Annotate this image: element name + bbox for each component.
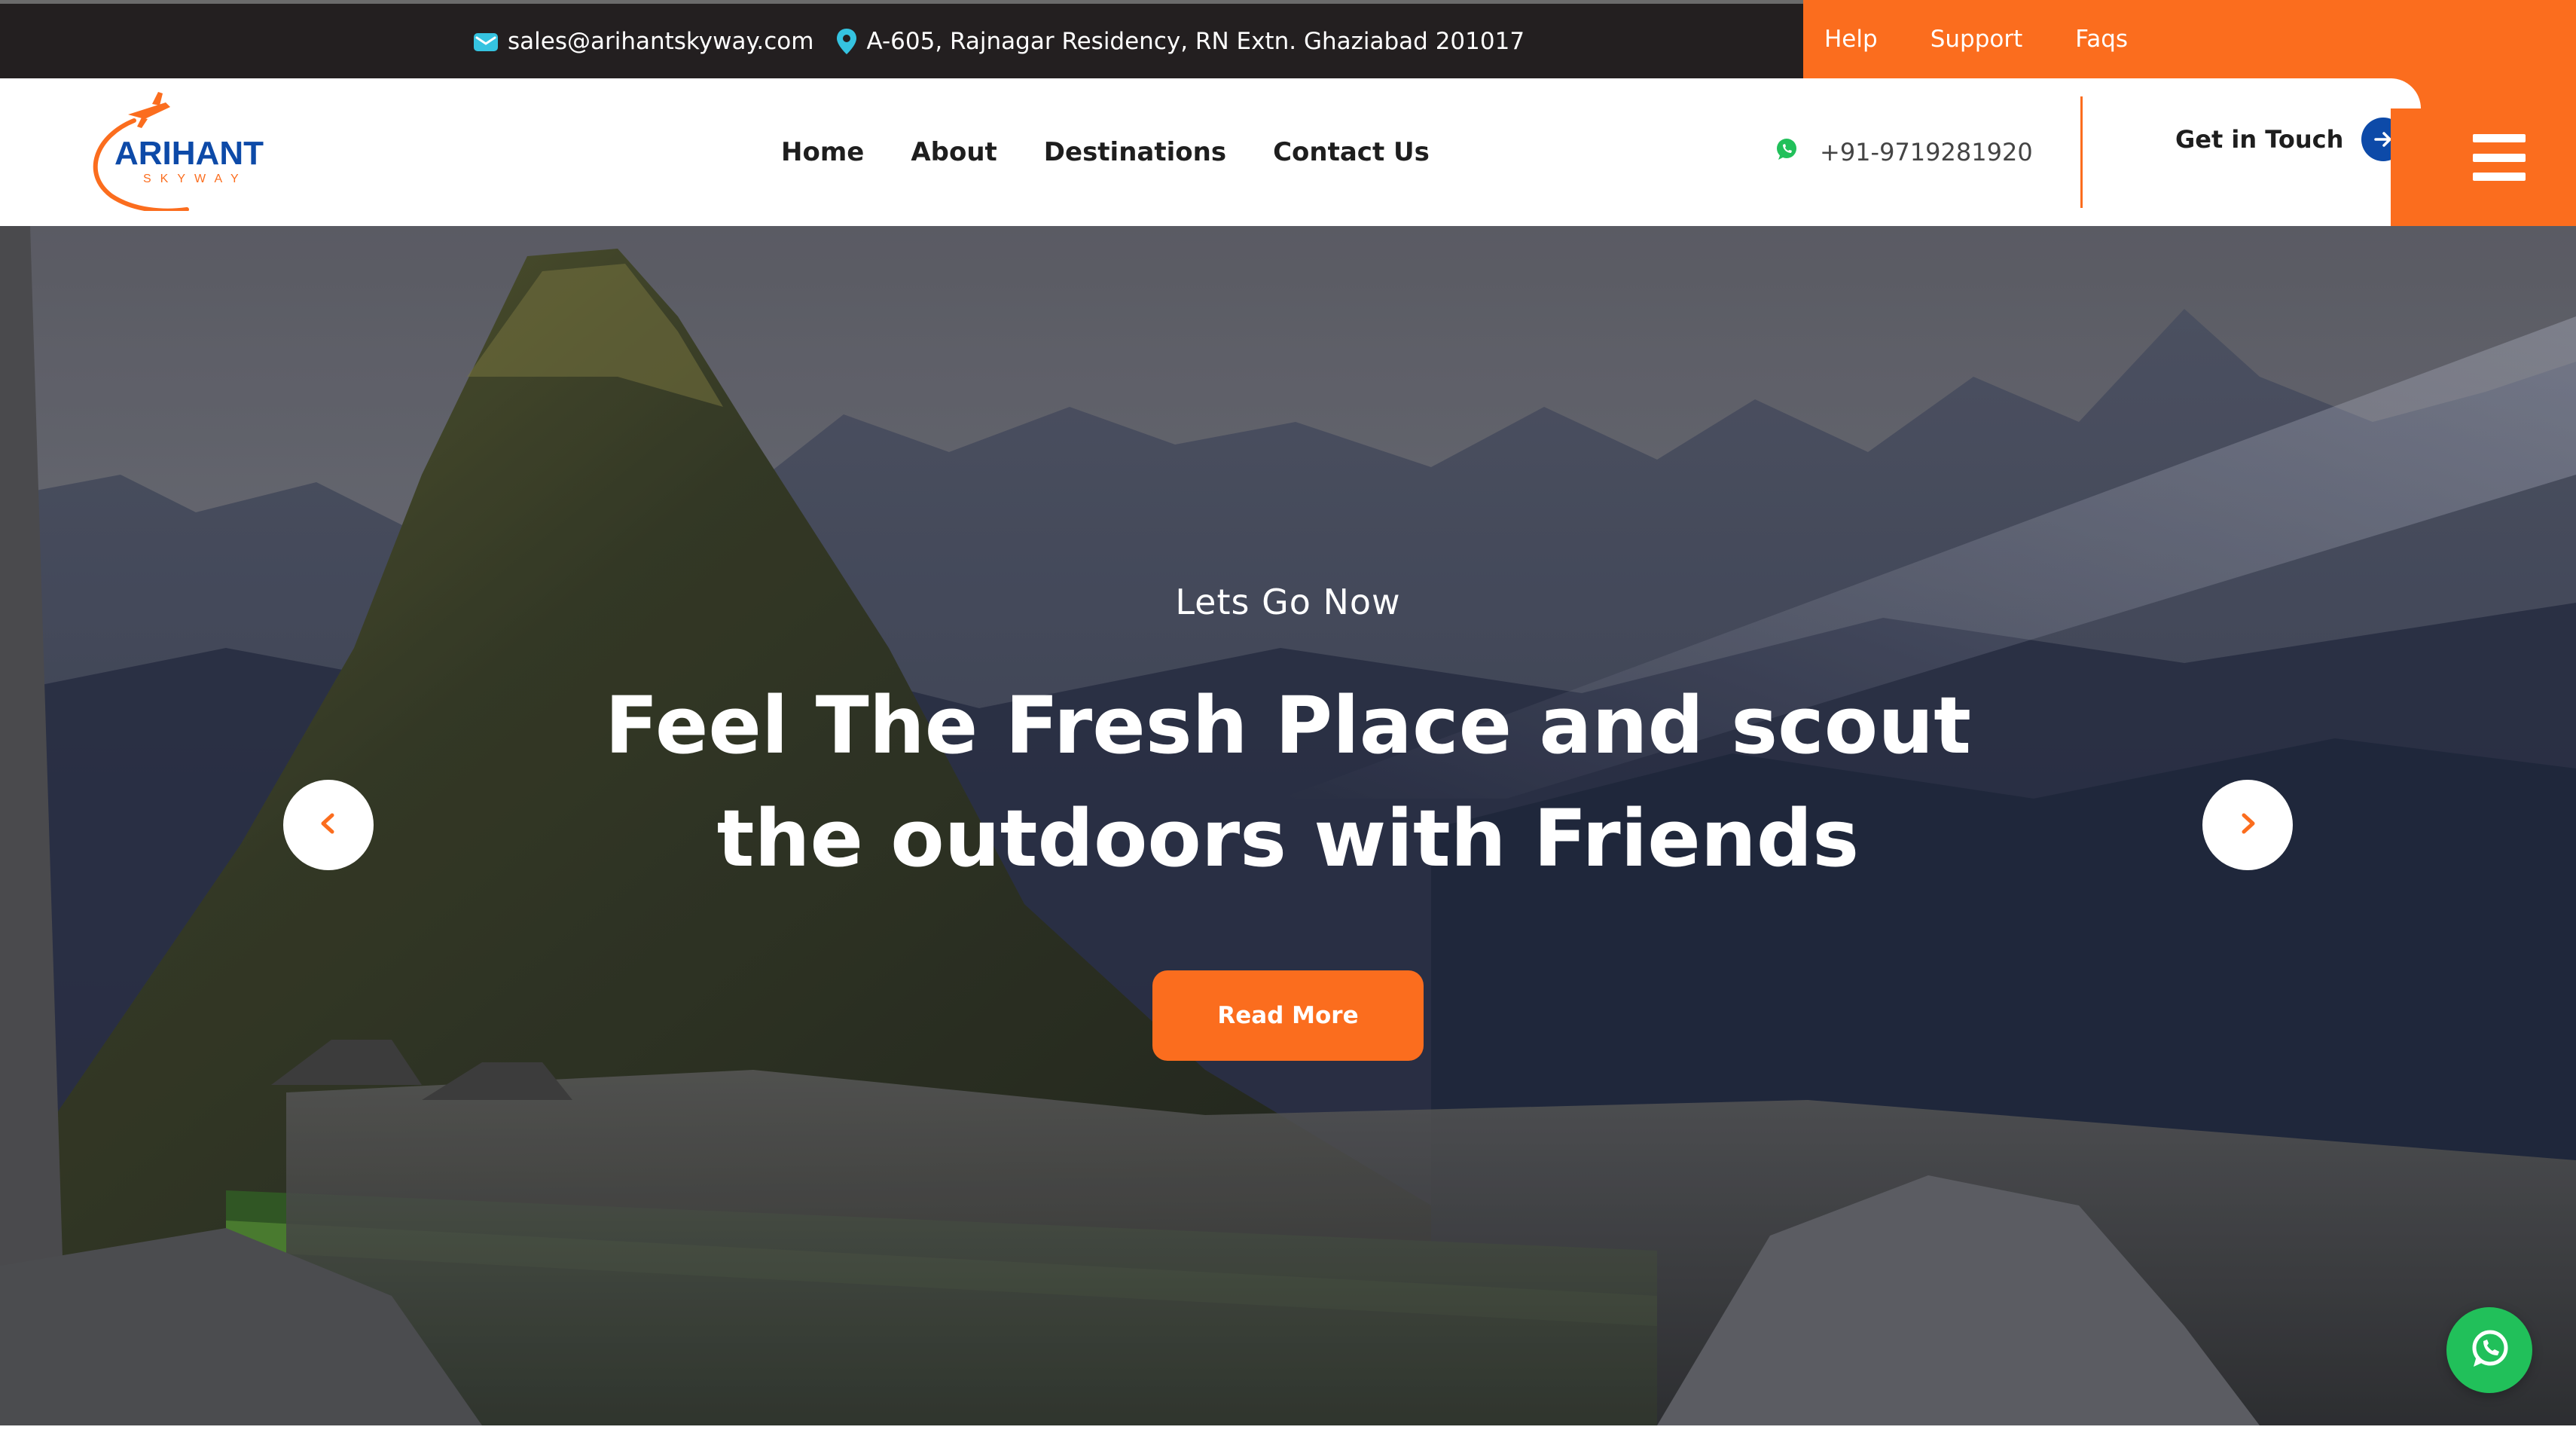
hamburger-menu-icon[interactable] bbox=[2473, 134, 2526, 181]
help-link[interactable]: Help bbox=[1824, 26, 1878, 53]
page-bottom-strip bbox=[0, 1425, 2576, 1436]
faqs-link[interactable]: Faqs bbox=[2075, 26, 2128, 53]
address-text: A-605, Rajnagar Residency, RN Extn. Ghaz… bbox=[866, 27, 1525, 55]
top-links: Help Support Faqs bbox=[1824, 0, 2128, 78]
phone-contact[interactable]: +91-9719281920 bbox=[1775, 78, 2033, 226]
logo-wordmark: ARIHANT bbox=[114, 135, 264, 172]
slider-next-button[interactable] bbox=[2202, 780, 2293, 870]
nav-about[interactable]: About bbox=[911, 137, 997, 167]
hero-slider: Lets Go Now Feel The Fresh Place and sco… bbox=[0, 226, 2576, 1425]
phone-number: +91-9719281920 bbox=[1820, 138, 2033, 167]
site-logo[interactable]: ARIHANT SKYWAY bbox=[81, 90, 277, 213]
read-more-button[interactable]: Read More bbox=[1152, 970, 1424, 1061]
chevron-right-icon bbox=[2233, 808, 2263, 842]
support-link[interactable]: Support bbox=[1930, 26, 2023, 53]
nav-contact-us[interactable]: Contact Us bbox=[1273, 137, 1430, 167]
hero-eyebrow: Lets Go Now bbox=[1175, 582, 1401, 622]
whatsapp-icon bbox=[2467, 1326, 2512, 1374]
chevron-left-icon bbox=[313, 808, 343, 842]
email-text: sales@arihantskyway.com bbox=[508, 27, 814, 55]
menu-panel-corner bbox=[2391, 78, 2421, 226]
top-contact-row: sales@arihantskyway.com A-605, Rajnagar … bbox=[473, 4, 1525, 78]
header-divider bbox=[2080, 96, 2083, 208]
whatsapp-icon bbox=[1775, 137, 1799, 167]
hero-content: Lets Go Now Feel The Fresh Place and sco… bbox=[0, 226, 2576, 1425]
nav-home[interactable]: Home bbox=[781, 137, 864, 167]
get-in-touch-button[interactable]: Get in Touch bbox=[2175, 113, 2406, 166]
main-nav: Home About Destinations Contact Us bbox=[781, 78, 1430, 226]
nav-destinations[interactable]: Destinations bbox=[1044, 137, 1226, 167]
slider-prev-button[interactable] bbox=[283, 780, 374, 870]
email-contact[interactable]: sales@arihantskyway.com bbox=[473, 28, 813, 55]
address-contact: A-605, Rajnagar Residency, RN Extn. Ghaz… bbox=[836, 28, 1525, 55]
whatsapp-chat-button[interactable] bbox=[2446, 1307, 2532, 1393]
map-pin-icon bbox=[836, 28, 857, 55]
logo-tagline: SKYWAY bbox=[143, 173, 248, 185]
mail-icon bbox=[473, 31, 499, 52]
get-in-touch-label: Get in Touch bbox=[2175, 125, 2344, 154]
hero-headline: Feel The Fresh Place and scout the outdo… bbox=[605, 680, 1971, 885]
